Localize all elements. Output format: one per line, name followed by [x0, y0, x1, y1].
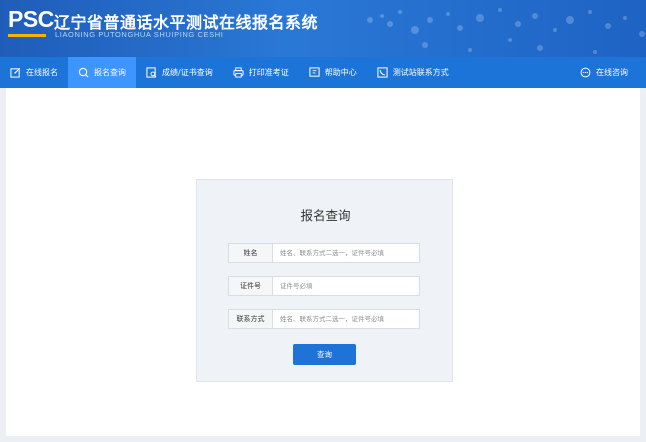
printer-icon	[233, 67, 244, 78]
nav-item-online-registration[interactable]: 在线报名	[0, 57, 68, 88]
site-subtitle: LIAONING PUTONGHUA SHUIPING CESHI	[55, 30, 224, 39]
logo-text: PSC	[8, 6, 54, 32]
contact-icon	[377, 67, 388, 78]
logo-accent-bar	[8, 34, 46, 37]
nav-item-label: 在线报名	[26, 68, 58, 77]
query-button[interactable]: 查询	[293, 344, 356, 365]
nav-item-label: 报名查询	[94, 68, 126, 77]
name-input[interactable]	[273, 244, 419, 262]
id-field-row: 证件号	[228, 276, 420, 296]
certificate-search-icon	[146, 67, 157, 78]
psc-logo: PSC	[8, 6, 54, 37]
site-header: PSC 辽宁省普通话水平测试在线报名系统 LIAONING PUTONGHUA …	[0, 0, 646, 57]
nav-item-test-station-contact[interactable]: 测试站联系方式	[367, 57, 459, 88]
nav-item-registration-query[interactable]: 报名查询	[68, 57, 136, 88]
nav-item-print-admission[interactable]: 打印准考证	[223, 57, 299, 88]
nav-item-label: 在线咨询	[596, 68, 628, 77]
main-nav: 在线报名 报名查询 成绩/证书查询 打印准考证 帮助中心 测试站联系方式 在线咨…	[0, 57, 646, 88]
nav-item-score-certificate[interactable]: 成绩/证书查询	[136, 57, 223, 88]
nav-item-label: 帮助中心	[324, 68, 357, 77]
nav-item-help-center[interactable]: 帮助中心	[299, 57, 367, 88]
world-map-decoration	[367, 8, 645, 54]
nav-item-label: 成绩/证书查询	[162, 68, 213, 77]
name-label: 姓名	[229, 244, 273, 262]
edit-icon	[10, 67, 21, 78]
chat-icon	[580, 67, 591, 78]
nav-item-online-consult[interactable]: 在线咨询	[570, 57, 646, 88]
name-field-row: 姓名	[228, 243, 420, 263]
contact-field-row: 联系方式	[228, 309, 420, 329]
query-panel: 报名查询 姓名 证件号 联系方式 查询	[196, 179, 453, 382]
help-icon	[309, 67, 320, 77]
contact-label: 联系方式	[229, 310, 273, 328]
id-number-label: 证件号	[229, 277, 273, 295]
panel-title: 报名查询	[300, 208, 351, 223]
contact-input[interactable]	[273, 310, 419, 328]
main-content: 报名查询 姓名 证件号 联系方式 查询	[6, 88, 640, 436]
nav-item-label: 测试站联系方式	[392, 68, 449, 77]
id-number-input[interactable]	[273, 277, 419, 295]
search-icon	[78, 67, 89, 78]
nav-item-label: 打印准考证	[248, 68, 289, 77]
